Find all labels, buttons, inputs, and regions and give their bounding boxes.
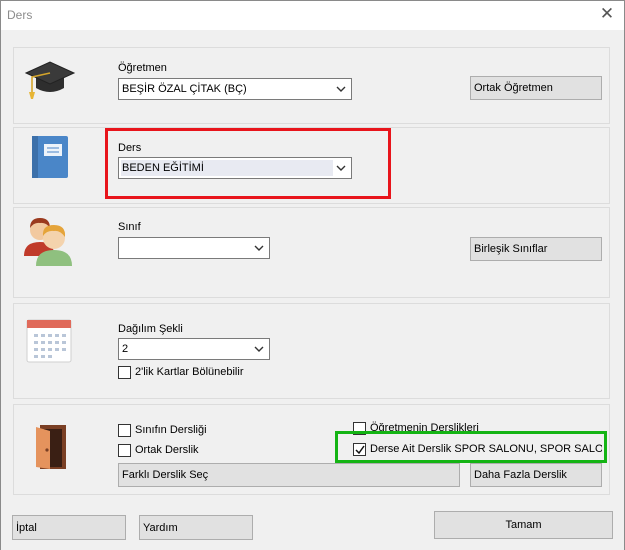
cancel-button[interactable]: İptal	[12, 515, 126, 540]
graduation-cap-icon	[24, 58, 76, 105]
window-title: Ders	[7, 8, 33, 22]
teacher-group: Öğretmen BEŞİR ÖZAL ÇİTAK (BÇ) Ortak Öğr…	[13, 47, 610, 124]
distribution-value: 2	[122, 343, 129, 355]
green-highlight-box	[335, 431, 607, 463]
distribution-combo[interactable]: 2	[118, 338, 270, 360]
teacher-value: BEŞİR ÖZAL ÇİTAK (BÇ)	[122, 83, 247, 95]
class-combo[interactable]	[118, 237, 270, 259]
checkbox-box	[118, 365, 131, 379]
chevron-down-icon	[253, 242, 265, 254]
teacher-combo[interactable]: BEŞİR ÖZAL ÇİTAK (BÇ)	[118, 78, 352, 100]
distribution-label: Dağılım Şekli	[118, 323, 183, 335]
chevron-down-icon	[253, 343, 265, 355]
joint-teacher-button[interactable]: Ortak Öğretmen	[470, 76, 602, 100]
class-room-checkbox[interactable]: Sınıfın Dersliği	[118, 423, 207, 437]
title-bar: Ders ✕	[1, 1, 624, 29]
teacher-label: Öğretmen	[118, 62, 167, 74]
checkbox-box	[118, 423, 131, 437]
red-highlight-box	[105, 128, 391, 199]
close-button[interactable]: ✕	[594, 3, 620, 25]
more-rooms-button[interactable]: Daha Fazla Derslik	[470, 463, 602, 487]
merged-classes-button[interactable]: Birleşik Sınıflar	[470, 237, 602, 261]
users-icon	[22, 216, 76, 269]
other-room-button[interactable]: Farklı Derslik Seç	[118, 463, 460, 487]
dialog-body: Öğretmen BEŞİR ÖZAL ÇİTAK (BÇ) Ortak Öğr…	[1, 30, 624, 550]
help-button[interactable]: Yardım	[139, 515, 253, 540]
dialog-window: Ders ✕ Öğretmen BEŞİR ÖZAL ÇİTAK (BÇ) Or…	[0, 0, 625, 550]
class-room-label: Sınıfın Dersliği	[135, 424, 207, 436]
chevron-down-icon	[335, 83, 347, 95]
shared-room-checkbox[interactable]: Ortak Derslik	[118, 443, 199, 457]
shared-room-label: Ortak Derslik	[135, 444, 199, 456]
book-icon	[30, 134, 70, 183]
ok-button[interactable]: Tamam	[434, 511, 613, 539]
divisible-label: 2'lik Kartlar Bölünebilir	[135, 366, 244, 378]
close-icon: ✕	[599, 4, 615, 23]
class-label: Sınıf	[118, 221, 141, 233]
class-group: Sınıf Birleşik Sınıflar	[13, 207, 610, 298]
door-icon	[34, 423, 68, 474]
checkbox-box	[118, 443, 131, 457]
calendar-icon	[26, 319, 72, 366]
distribution-group: Dağılım Şekli 2 2'lik Kartlar Bölünebili…	[13, 303, 610, 399]
divisible-checkbox[interactable]: 2'lik Kartlar Bölünebilir	[118, 365, 243, 379]
